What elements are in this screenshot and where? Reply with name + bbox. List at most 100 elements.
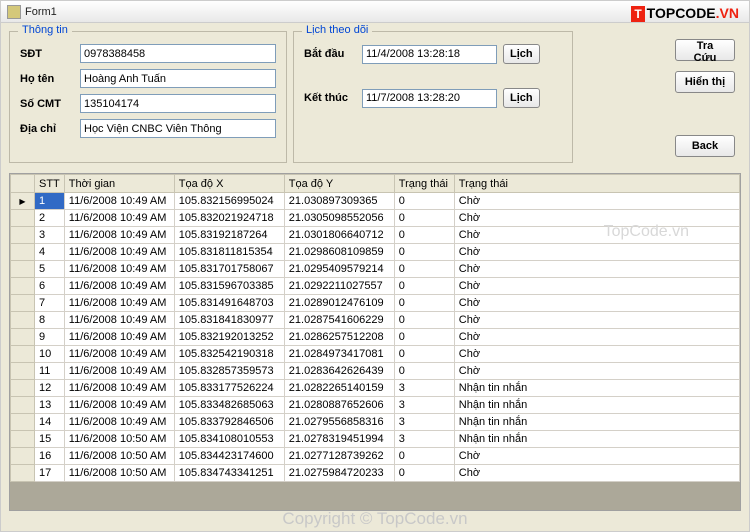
cell-time[interactable]: 11/6/2008 10:50 AM <box>64 465 174 482</box>
cell-x[interactable]: 105.834743341251 <box>174 465 284 482</box>
row-header[interactable] <box>11 295 35 312</box>
table-row[interactable]: 1711/6/2008 10:50 AM105.83474334125121.0… <box>11 465 740 482</box>
table-row[interactable]: 111/6/2008 10:49 AM105.83215699502421.03… <box>11 193 740 210</box>
cell-time[interactable]: 11/6/2008 10:49 AM <box>64 329 174 346</box>
row-header[interactable] <box>11 363 35 380</box>
cell-x[interactable]: 105.83192187264 <box>174 227 284 244</box>
cmt-input[interactable] <box>80 94 276 113</box>
row-header[interactable] <box>11 448 35 465</box>
cell-status2[interactable]: Nhận tin nhắn <box>454 397 739 414</box>
cell-time[interactable]: 11/6/2008 10:49 AM <box>64 210 174 227</box>
phone-input[interactable] <box>80 44 276 63</box>
cell-y[interactable]: 21.0301806640712 <box>284 227 394 244</box>
col-x[interactable]: Tọa độ X <box>174 175 284 193</box>
cell-y[interactable]: 21.0286257512208 <box>284 329 394 346</box>
cell-x[interactable]: 105.833792846506 <box>174 414 284 431</box>
cell-time[interactable]: 11/6/2008 10:49 AM <box>64 261 174 278</box>
cell-y[interactable]: 21.0277128739262 <box>284 448 394 465</box>
cell-stt[interactable]: 17 <box>35 465 65 482</box>
cell-stt[interactable]: 10 <box>35 346 65 363</box>
cell-status2[interactable]: Nhận tin nhắn <box>454 414 739 431</box>
row-header[interactable] <box>11 261 35 278</box>
cell-status2[interactable]: Chờ <box>454 278 739 295</box>
cell-time[interactable]: 11/6/2008 10:49 AM <box>64 397 174 414</box>
data-grid[interactable]: STT Thời gian Tọa độ X Tọa độ Y Trạng th… <box>9 173 741 511</box>
cell-status2[interactable]: Nhận tin nhắn <box>454 380 739 397</box>
cell-stt[interactable]: 6 <box>35 278 65 295</box>
cell-status1[interactable]: 0 <box>394 312 454 329</box>
cell-status1[interactable]: 0 <box>394 448 454 465</box>
cell-time[interactable]: 11/6/2008 10:49 AM <box>64 363 174 380</box>
cell-y[interactable]: 21.0295409579214 <box>284 261 394 278</box>
cell-status2[interactable]: Chờ <box>454 295 739 312</box>
row-header[interactable] <box>11 227 35 244</box>
cell-status1[interactable]: 3 <box>394 431 454 448</box>
start-input[interactable] <box>362 45 497 64</box>
cell-x[interactable]: 105.831596703385 <box>174 278 284 295</box>
cell-stt[interactable]: 7 <box>35 295 65 312</box>
row-header[interactable] <box>11 346 35 363</box>
cell-status1[interactable]: 0 <box>394 210 454 227</box>
cell-status2[interactable]: Chờ <box>454 448 739 465</box>
cell-status2[interactable]: Chờ <box>454 312 739 329</box>
cell-time[interactable]: 11/6/2008 10:49 AM <box>64 380 174 397</box>
cell-x[interactable]: 105.834108010553 <box>174 431 284 448</box>
cell-stt[interactable]: 13 <box>35 397 65 414</box>
cell-y[interactable]: 21.0305098552056 <box>284 210 394 227</box>
cell-y[interactable]: 21.0287541606229 <box>284 312 394 329</box>
table-row[interactable]: 411/6/2008 10:49 AM105.83181181535421.02… <box>11 244 740 261</box>
cell-time[interactable]: 11/6/2008 10:49 AM <box>64 346 174 363</box>
cell-stt[interactable]: 14 <box>35 414 65 431</box>
col-time[interactable]: Thời gian <box>64 175 174 193</box>
cell-y[interactable]: 21.0280887652606 <box>284 397 394 414</box>
cell-stt[interactable]: 12 <box>35 380 65 397</box>
cell-status1[interactable]: 3 <box>394 380 454 397</box>
table-row[interactable]: 1311/6/2008 10:49 AM105.83348268506321.0… <box>11 397 740 414</box>
cell-x[interactable]: 105.832542190318 <box>174 346 284 363</box>
cell-y[interactable]: 21.0298608109859 <box>284 244 394 261</box>
cell-time[interactable]: 11/6/2008 10:50 AM <box>64 431 174 448</box>
table-row[interactable]: 311/6/2008 10:49 AM105.8319218726421.030… <box>11 227 740 244</box>
name-input[interactable] <box>80 69 276 88</box>
cell-x[interactable]: 105.831491648703 <box>174 295 284 312</box>
table-row[interactable]: 1111/6/2008 10:49 AM105.83285735957321.0… <box>11 363 740 380</box>
cell-status2[interactable]: Chờ <box>454 210 739 227</box>
table-row[interactable]: 1011/6/2008 10:49 AM105.83254219031821.0… <box>11 346 740 363</box>
cell-status1[interactable]: 0 <box>394 465 454 482</box>
table-row[interactable]: 611/6/2008 10:49 AM105.83159670338521.02… <box>11 278 740 295</box>
table-row[interactable]: 1511/6/2008 10:50 AM105.83410801055321.0… <box>11 431 740 448</box>
row-header[interactable] <box>11 210 35 227</box>
cell-y[interactable]: 21.0292211027557 <box>284 278 394 295</box>
cell-status2[interactable]: Chờ <box>454 261 739 278</box>
col-y[interactable]: Tọa độ Y <box>284 175 394 193</box>
row-header[interactable] <box>11 431 35 448</box>
row-header[interactable] <box>11 414 35 431</box>
back-button[interactable]: Back <box>675 135 735 157</box>
cell-stt[interactable]: 4 <box>35 244 65 261</box>
cell-x[interactable]: 105.833177526224 <box>174 380 284 397</box>
addr-input[interactable] <box>80 119 276 138</box>
cell-stt[interactable]: 3 <box>35 227 65 244</box>
cell-status2[interactable]: Chờ <box>454 227 739 244</box>
display-button[interactable]: Hiển thị <box>675 71 735 93</box>
cell-y[interactable]: 21.030897309365 <box>284 193 394 210</box>
cell-y[interactable]: 21.0278319451994 <box>284 431 394 448</box>
cell-status1[interactable]: 0 <box>394 261 454 278</box>
table-row[interactable]: 911/6/2008 10:49 AM105.83219201325221.02… <box>11 329 740 346</box>
cell-status2[interactable]: Chờ <box>454 363 739 380</box>
cell-stt[interactable]: 8 <box>35 312 65 329</box>
cell-y[interactable]: 21.0282265140159 <box>284 380 394 397</box>
row-header[interactable] <box>11 244 35 261</box>
row-header[interactable] <box>11 380 35 397</box>
cell-stt[interactable]: 1 <box>35 193 65 210</box>
cell-status2[interactable]: Chờ <box>454 329 739 346</box>
cell-stt[interactable]: 15 <box>35 431 65 448</box>
table-row[interactable]: 211/6/2008 10:49 AM105.83202192471821.03… <box>11 210 740 227</box>
cell-x[interactable]: 105.833482685063 <box>174 397 284 414</box>
col-status2[interactable]: Trạng thái <box>454 175 739 193</box>
cell-stt[interactable]: 9 <box>35 329 65 346</box>
cell-status1[interactable]: 0 <box>394 329 454 346</box>
cell-status1[interactable]: 0 <box>394 244 454 261</box>
row-header[interactable] <box>11 465 35 482</box>
cell-y[interactable]: 21.0289012476109 <box>284 295 394 312</box>
